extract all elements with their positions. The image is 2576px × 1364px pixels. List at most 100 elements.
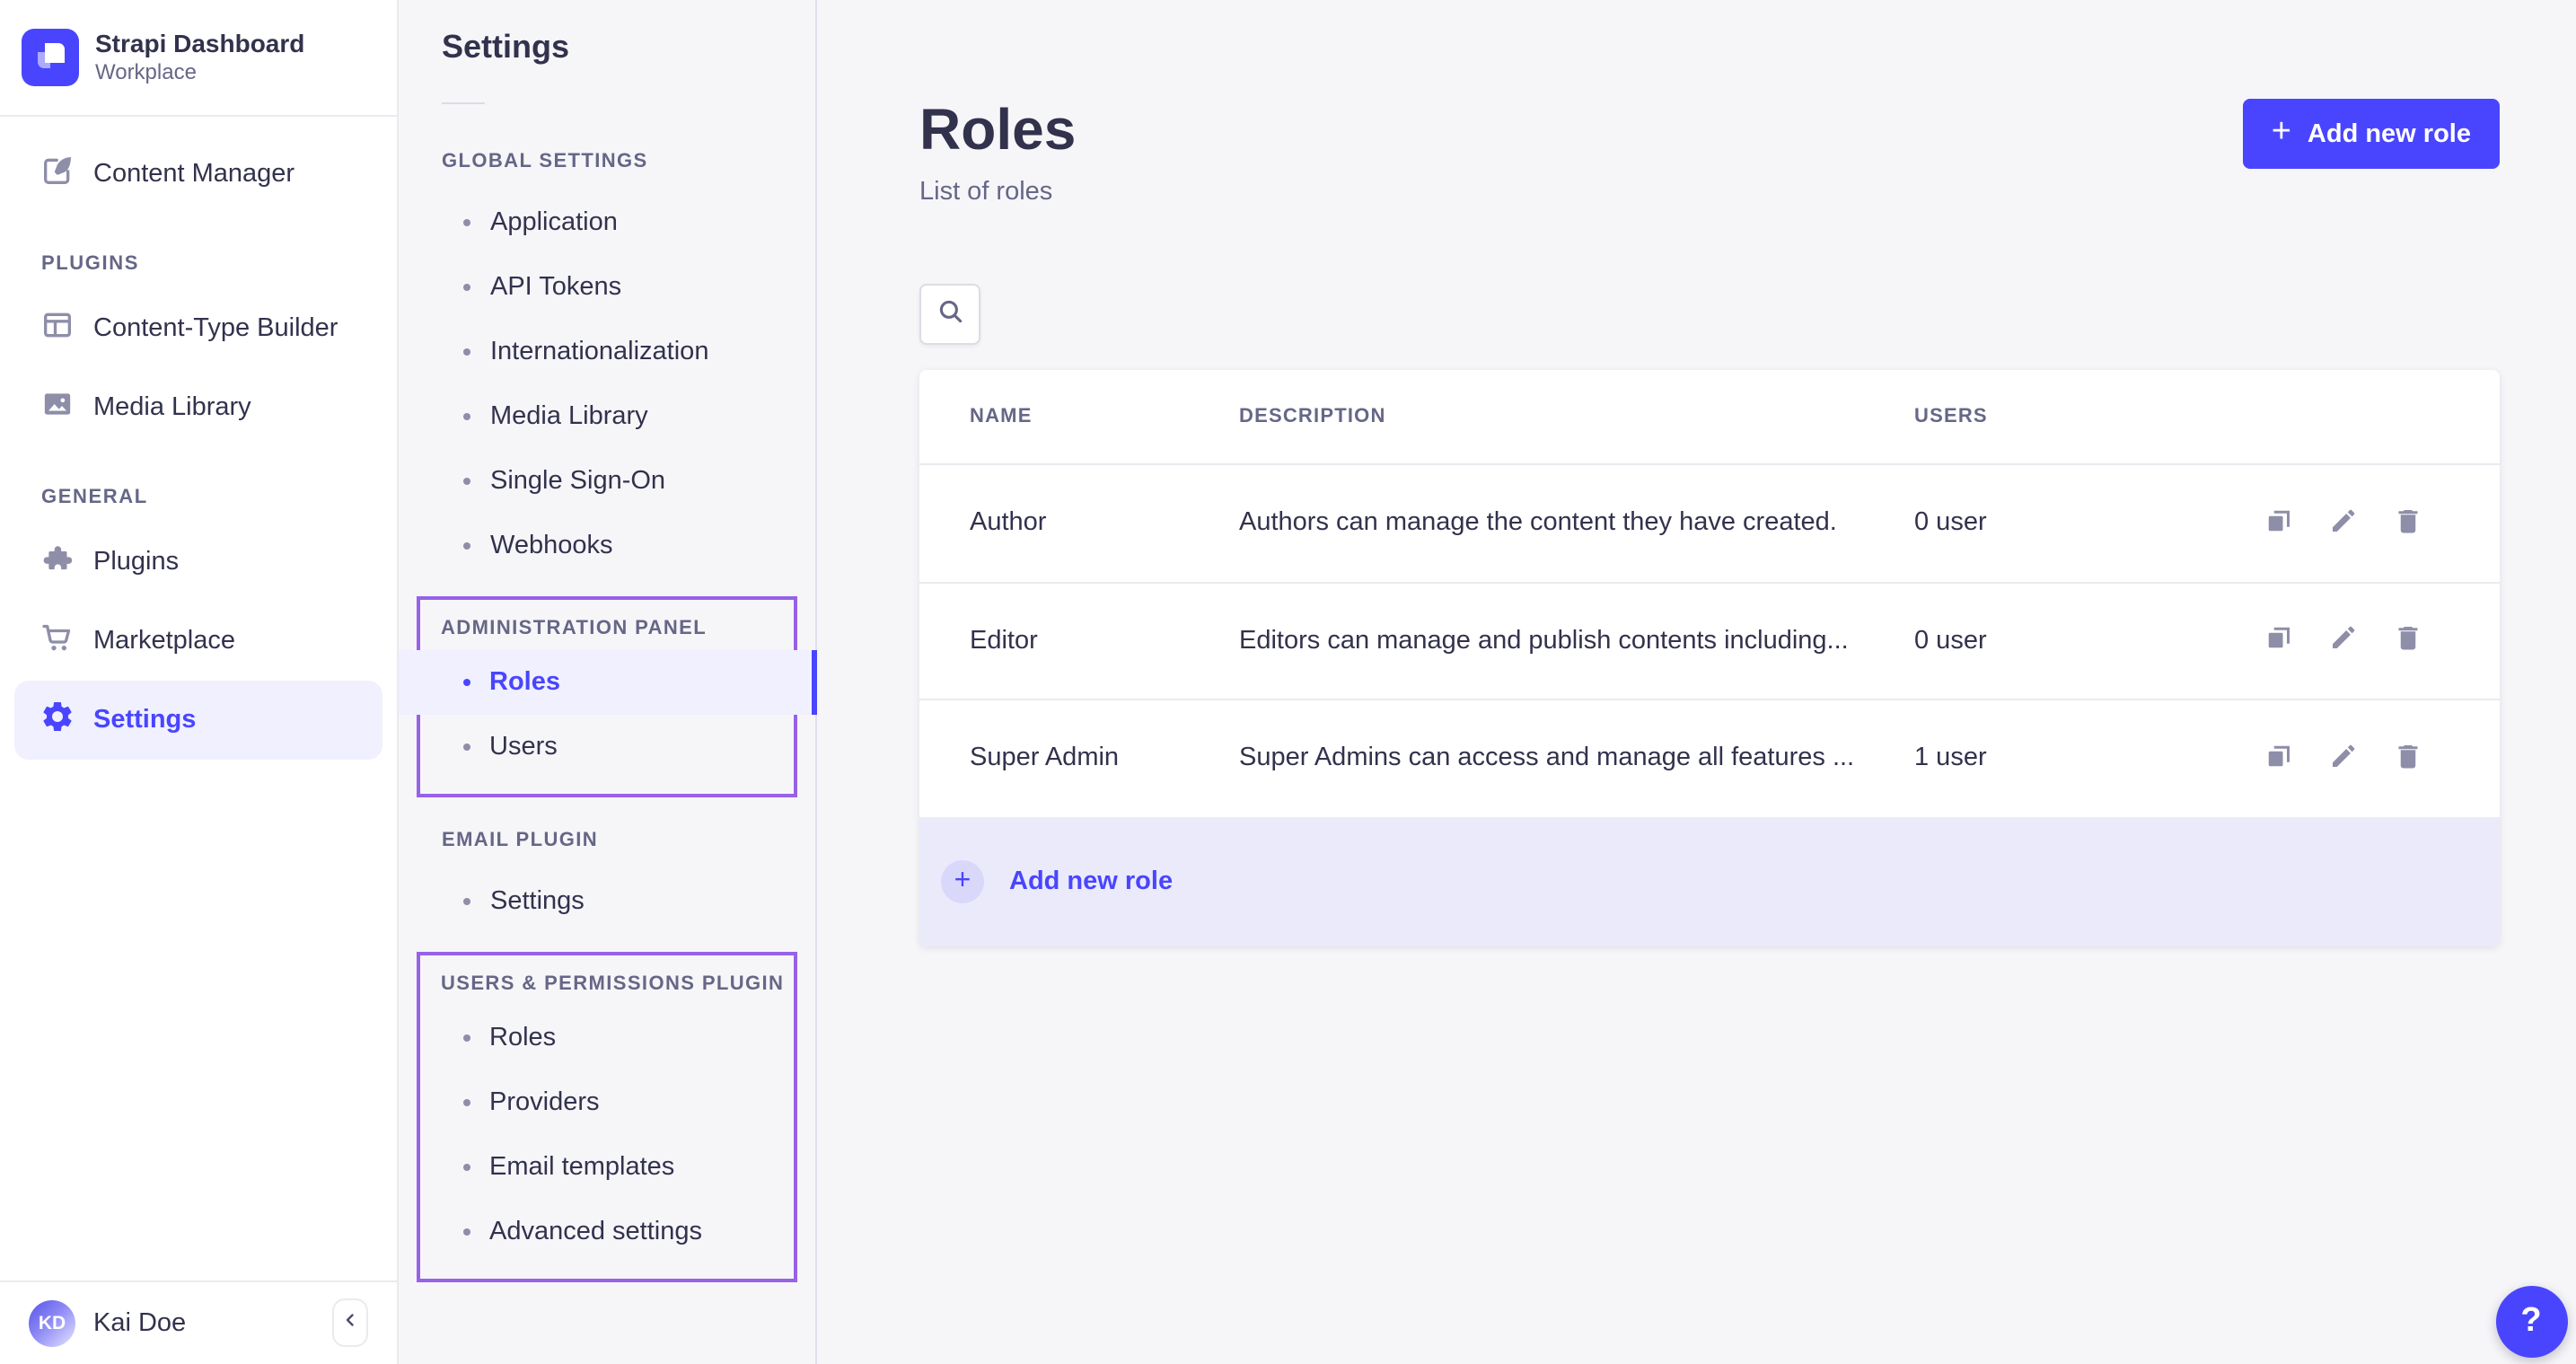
sidebar-item-content-type-builder[interactable]: Content-Type Builder xyxy=(14,289,382,368)
sidebar-section-general: GENERAL xyxy=(0,472,397,523)
plus-circle-icon: + xyxy=(941,859,984,902)
subnav-item-admin-roles[interactable]: Roles xyxy=(398,650,816,715)
duplicate-icon xyxy=(2263,740,2295,778)
delete-role-button[interactable] xyxy=(2392,740,2424,778)
subnav-item-media-library[interactable]: Media Library xyxy=(399,384,815,449)
strapi-dashboard: Strapi Dashboard Workplace Content Manag… xyxy=(0,0,2576,1364)
sidebar-item-label: Media Library xyxy=(93,393,251,422)
delete-role-button[interactable] xyxy=(2392,505,2424,542)
sidebar-item-content-manager[interactable]: Content Manager xyxy=(14,135,382,214)
subnav-item-webhooks[interactable]: Webhooks xyxy=(399,514,815,578)
duplicate-role-button[interactable] xyxy=(2263,740,2295,778)
cart-icon xyxy=(40,620,75,663)
subnav-section-users-permissions: USERS & PERMISSIONS PLUGIN xyxy=(398,970,816,999)
brand-block[interactable]: Strapi Dashboard Workplace xyxy=(0,0,397,117)
sidebar-item-plugins[interactable]: Plugins xyxy=(14,523,382,602)
bullet-icon xyxy=(463,478,470,485)
content-type-builder-icon xyxy=(40,307,75,350)
delete-role-button[interactable] xyxy=(2392,622,2424,660)
duplicate-role-button[interactable] xyxy=(2263,622,2295,660)
subnav-item-internationalization[interactable]: Internationalization xyxy=(399,320,815,384)
plus-icon: + xyxy=(2272,115,2291,149)
page-title: Roles xyxy=(919,99,1076,162)
page-subtitle: List of roles xyxy=(919,178,1076,207)
table-row-super-admin[interactable]: Super Admin Super Admins can access and … xyxy=(919,699,2500,816)
bullet-icon xyxy=(463,413,470,420)
duplicate-role-button[interactable] xyxy=(2263,505,2295,542)
media-library-icon xyxy=(40,386,75,429)
subnav-item-email-settings[interactable]: Settings xyxy=(399,869,815,934)
strapi-logo-icon xyxy=(22,29,79,86)
trash-icon xyxy=(2392,622,2424,660)
sidebar-item-label: Content Manager xyxy=(93,160,295,189)
role-description: Super Admins can access and manage all f… xyxy=(1239,744,1914,773)
roles-table: NAME DESCRIPTION USERS Author Authors ca… xyxy=(919,370,2500,946)
sidebar-section-plugins: PLUGINS xyxy=(0,239,397,289)
subnav-item-api-tokens[interactable]: API Tokens xyxy=(399,255,815,320)
subnav-item-up-roles[interactable]: Roles xyxy=(398,1006,816,1070)
role-users-count: 0 user xyxy=(1914,627,2216,656)
sidebar-footer: KD Kai Doe xyxy=(0,1280,397,1364)
bullet-icon xyxy=(462,1228,470,1236)
search-icon xyxy=(935,296,965,332)
content-manager-icon xyxy=(40,153,75,196)
role-name: Author xyxy=(970,509,1239,538)
role-name: Super Admin xyxy=(970,744,1239,773)
bullet-icon xyxy=(463,898,470,905)
role-description: Authors can manage the content they have… xyxy=(1239,509,1914,538)
search-button[interactable] xyxy=(919,284,980,345)
gear-icon xyxy=(40,699,75,742)
subnav-title: Settings xyxy=(399,29,815,66)
table-add-new-role-row[interactable]: + Add new role xyxy=(919,816,2500,946)
avatar: KD xyxy=(29,1299,75,1346)
bullet-icon xyxy=(463,284,470,291)
subnav-item-admin-users[interactable]: Users xyxy=(398,715,816,779)
sidebar-item-marketplace[interactable]: Marketplace xyxy=(14,602,382,681)
subnav-item-up-providers[interactable]: Providers xyxy=(398,1070,816,1135)
subnav-item-application[interactable]: Application xyxy=(399,190,815,255)
sidebar-item-label: Settings xyxy=(93,706,196,735)
chevron-left-icon xyxy=(339,1309,361,1336)
role-users-count: 0 user xyxy=(1914,509,2216,538)
help-button[interactable]: ? xyxy=(2495,1285,2567,1357)
table-header-row: NAME DESCRIPTION USERS xyxy=(919,370,2500,463)
subnav-section-global-settings: GLOBAL SETTINGS xyxy=(399,147,815,176)
sidebar-item-label: Marketplace xyxy=(93,627,235,656)
collapse-sidebar-button[interactable] xyxy=(332,1298,368,1347)
subnav-section-email-plugin: EMAIL PLUGIN xyxy=(399,826,815,855)
bullet-icon xyxy=(463,542,470,550)
subnav-item-up-advanced-settings[interactable]: Advanced settings xyxy=(398,1200,816,1264)
bullet-icon xyxy=(463,219,470,226)
table-row-editor[interactable]: Editor Editors can manage and publish co… xyxy=(919,581,2500,699)
subnav-item-single-sign-on[interactable]: Single Sign-On xyxy=(399,449,815,514)
sidebar-item-settings[interactable]: Settings xyxy=(14,681,382,760)
duplicate-icon xyxy=(2263,622,2295,660)
user-name: Kai Doe xyxy=(93,1308,186,1337)
settings-subnav: Settings GLOBAL SETTINGS Application API… xyxy=(399,0,817,1364)
subnav-item-up-email-templates[interactable]: Email templates xyxy=(398,1135,816,1200)
edit-role-button[interactable] xyxy=(2327,505,2360,542)
subnav-section-administration-panel: ADMINISTRATION PANEL xyxy=(398,614,816,643)
add-new-role-button[interactable]: + Add new role xyxy=(2243,99,2500,169)
workspace-label: Workplace xyxy=(95,59,304,85)
trash-icon xyxy=(2392,740,2424,778)
pencil-icon xyxy=(2327,740,2360,778)
edit-role-button[interactable] xyxy=(2327,740,2360,778)
trash-icon xyxy=(2392,505,2424,542)
main-content: Roles List of roles + Add new role NAME … xyxy=(817,0,2576,1364)
column-header-description: DESCRIPTION xyxy=(1239,406,1914,427)
sidebar-item-label: Content-Type Builder xyxy=(93,314,338,343)
bullet-icon xyxy=(462,1099,470,1106)
annotation-box-administration-panel: ADMINISTRATION PANEL Roles Users xyxy=(417,596,797,797)
divider xyxy=(442,102,485,104)
pencil-icon xyxy=(2327,622,2360,660)
bullet-icon xyxy=(462,679,470,686)
table-row-author[interactable]: Author Authors can manage the content th… xyxy=(919,463,2500,581)
sidebar-nav: Content Manager PLUGINS Content-Type Bui… xyxy=(0,117,397,760)
column-header-name: NAME xyxy=(970,406,1239,427)
edit-role-button[interactable] xyxy=(2327,622,2360,660)
role-description: Editors can manage and publish contents … xyxy=(1239,627,1914,656)
annotation-box-users-permissions-plugin: USERS & PERMISSIONS PLUGIN Roles Provide… xyxy=(417,952,797,1282)
pencil-icon xyxy=(2327,505,2360,542)
sidebar-item-media-library[interactable]: Media Library xyxy=(14,368,382,447)
